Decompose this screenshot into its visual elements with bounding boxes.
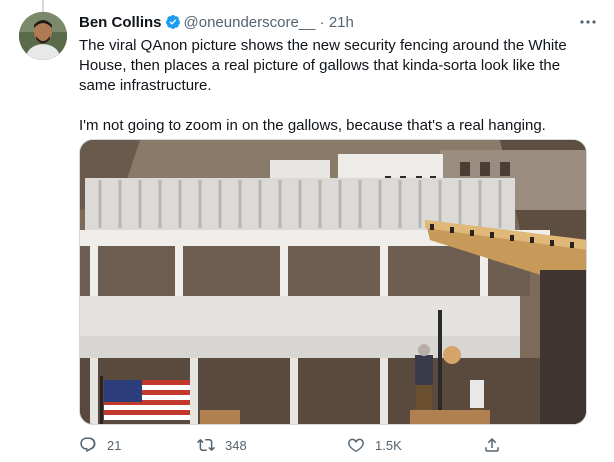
avatar[interactable] <box>19 12 67 60</box>
tweet-paragraph-2: I'm not going to zoom in on the gallows,… <box>79 117 546 134</box>
like-icon <box>348 438 364 452</box>
timestamp[interactable]: 21h <box>329 14 354 31</box>
reply-icon <box>80 437 96 453</box>
separator-dot: · <box>319 14 325 31</box>
tweet-text: The viral QAnon picture shows the new se… <box>79 36 591 136</box>
verified-badge-icon <box>165 15 180 29</box>
more-options-icon[interactable] <box>578 12 598 32</box>
thread-line <box>42 0 44 12</box>
reply-button[interactable]: 21 <box>79 432 121 458</box>
tweet-header: Ben Collins @oneunderscore__ · 21h <box>79 13 594 33</box>
reply-count: 21 <box>107 437 122 453</box>
tweet-actions-bar: 21 348 1.5K <box>79 432 593 458</box>
retweet-count: 348 <box>225 437 247 453</box>
like-button[interactable]: 1.5K <box>347 432 402 458</box>
author-name[interactable]: Ben Collins <box>79 14 162 31</box>
like-count: 1.5K <box>375 437 402 453</box>
author-handle[interactable]: @oneunderscore__ <box>184 14 316 31</box>
tweet-paragraph-1: The viral QAnon picture shows the new se… <box>79 37 567 94</box>
tweet-media-image[interactable] <box>79 139 587 425</box>
share-icon <box>485 437 499 452</box>
retweet-icon <box>197 438 215 452</box>
retweet-button[interactable]: 348 <box>197 432 247 458</box>
share-button[interactable] <box>483 432 501 458</box>
